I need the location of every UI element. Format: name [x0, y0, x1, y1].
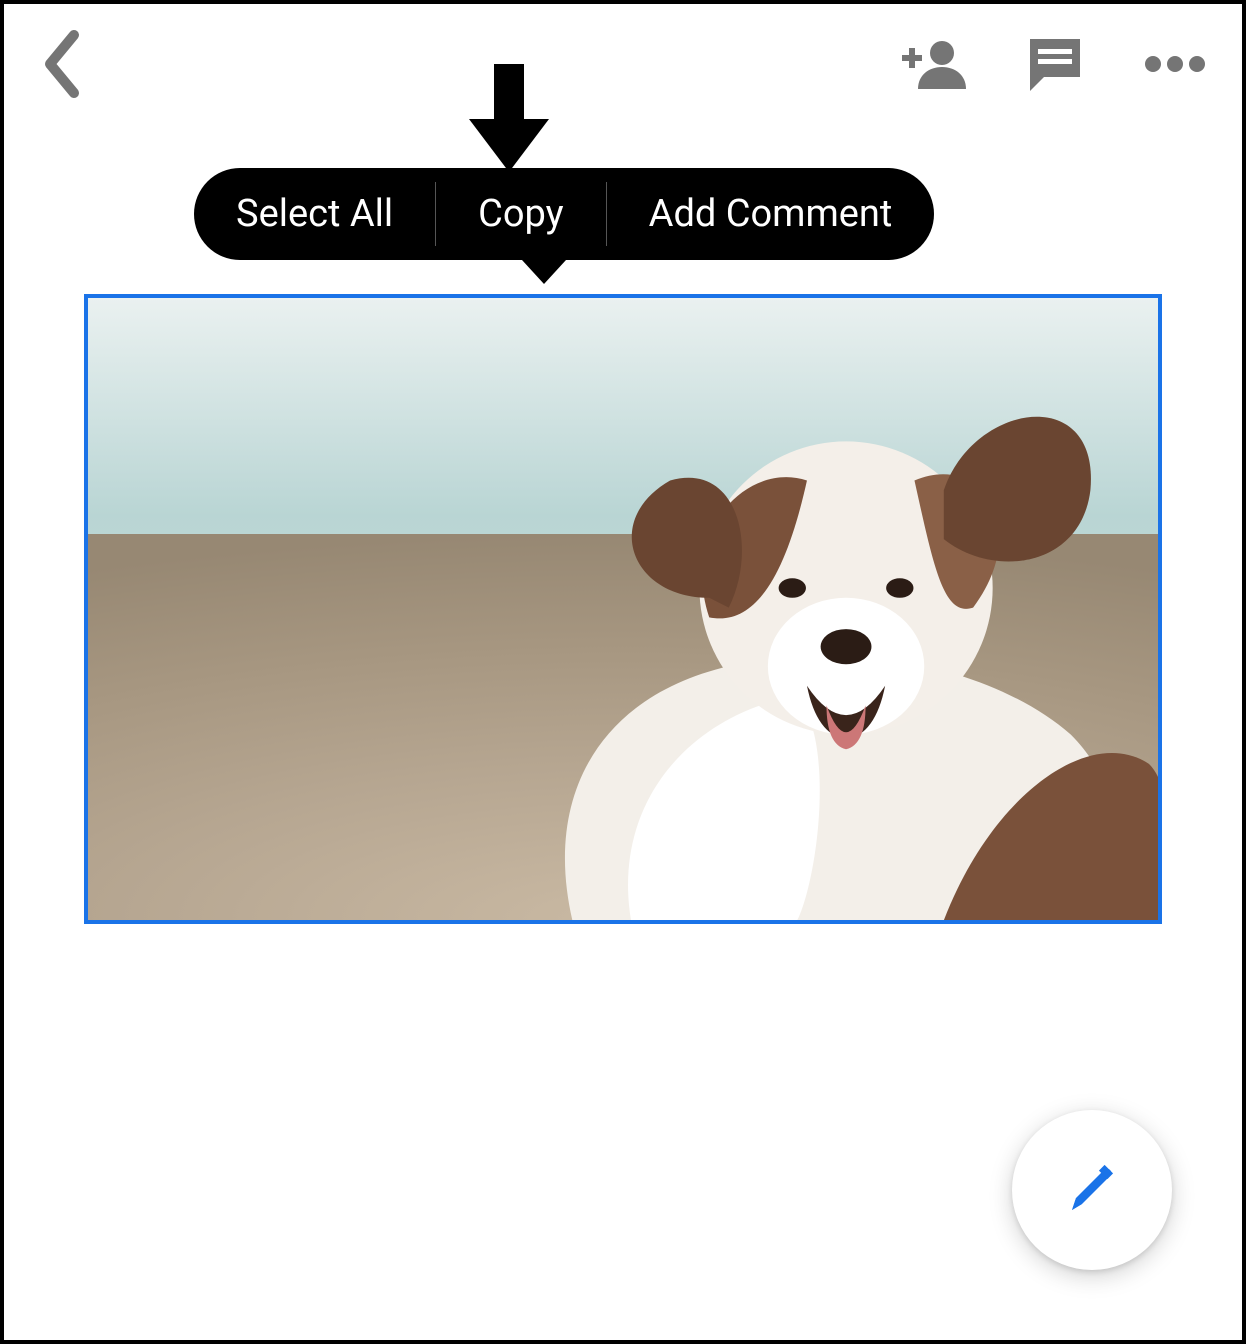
top-toolbar-actions: [902, 35, 1206, 93]
chevron-left-icon: [40, 29, 84, 99]
more-horizontal-icon: [1144, 55, 1206, 73]
add-person-button[interactable]: [902, 39, 966, 89]
edit-fab[interactable]: [1012, 1110, 1172, 1270]
app-frame: Select All Copy Add Comment: [0, 0, 1246, 1344]
overflow-menu-button[interactable]: [1144, 55, 1206, 73]
image-content-dog-photo: [88, 298, 1158, 920]
pencil-icon: [1064, 1162, 1120, 1218]
context-menu: Select All Copy Add Comment: [194, 168, 934, 260]
context-menu-select-all[interactable]: Select All: [194, 168, 435, 260]
context-menu-copy[interactable]: Copy: [436, 168, 606, 260]
arrow-down-icon: [464, 64, 554, 174]
top-toolbar: [4, 4, 1242, 124]
context-menu-add-comment[interactable]: Add Comment: [607, 168, 935, 260]
selected-image[interactable]: [84, 294, 1162, 924]
document-area[interactable]: [84, 294, 1162, 924]
hint-arrow: [464, 64, 554, 174]
comment-icon: [1026, 35, 1084, 93]
back-button[interactable]: [40, 29, 84, 99]
person-add-icon: [902, 39, 966, 89]
comment-button[interactable]: [1026, 35, 1084, 93]
